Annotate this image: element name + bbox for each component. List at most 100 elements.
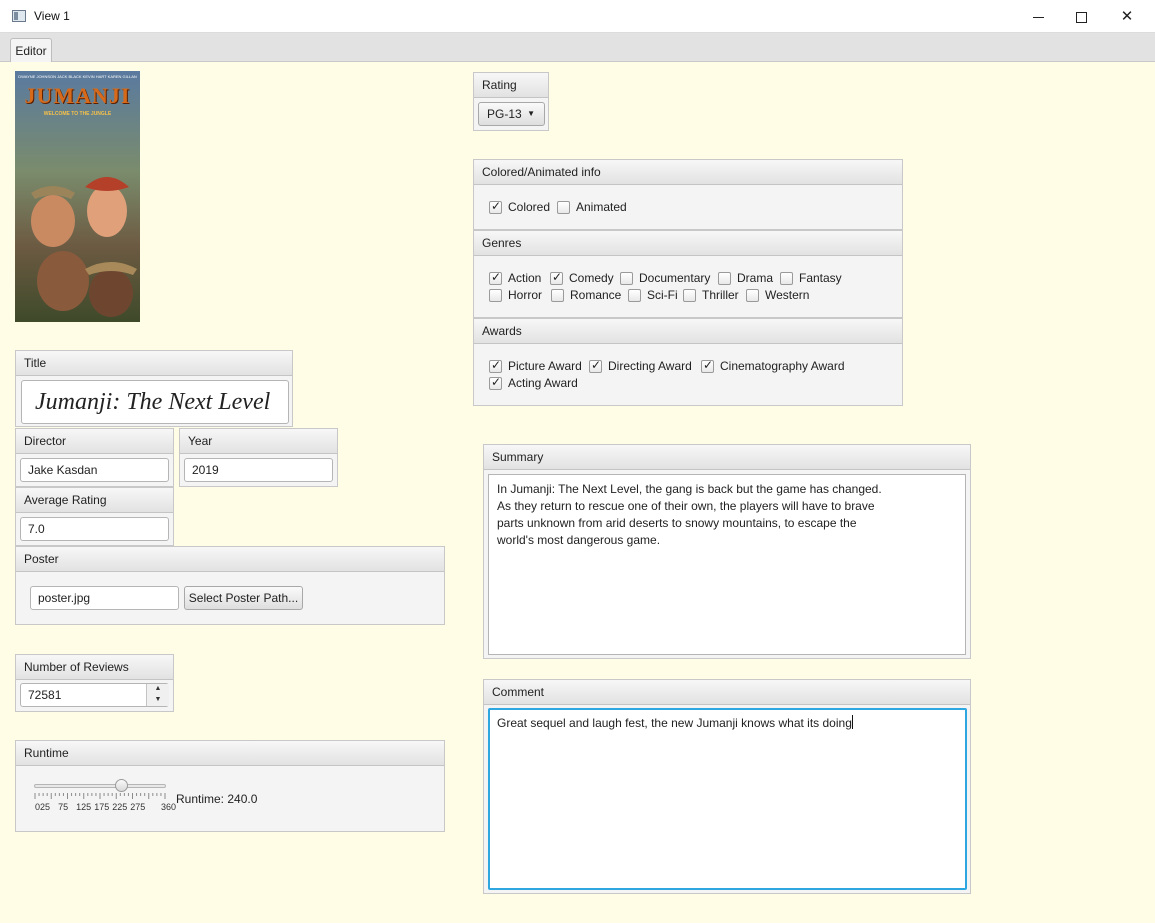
- cinematography-award-box[interactable]: [701, 358, 714, 373]
- genre-comedy-box[interactable]: [550, 270, 563, 285]
- window-title: View 1: [34, 9, 70, 23]
- genre-fantasy-label: Fantasy: [799, 271, 842, 285]
- title-pane: Title Jumanji: The Next Level: [15, 350, 293, 427]
- year-field[interactable]: 2019: [184, 458, 333, 482]
- maximize-button[interactable]: [1058, 0, 1104, 33]
- title-field[interactable]: Jumanji: The Next Level: [21, 380, 289, 424]
- color-info-pane-header[interactable]: Colored/Animated info: [474, 160, 902, 185]
- slider-tick-label: 175: [94, 802, 110, 812]
- close-icon: ✕: [1120, 8, 1134, 25]
- year-pane: Year 2019: [179, 428, 338, 487]
- poster-pane-header[interactable]: Poster: [16, 547, 444, 572]
- average-rating-pane-header[interactable]: Average Rating: [16, 488, 173, 513]
- runtime-pane: Runtime 0 25 75 125 175 225 275 360 Runtime: 24…: [15, 740, 445, 832]
- genre-romance-label: Romance: [570, 288, 622, 302]
- rating-pane-header[interactable]: Rating: [474, 73, 548, 98]
- genre-drama-checkbox[interactable]: Drama: [718, 271, 773, 285]
- runtime-slider-track[interactable]: [34, 784, 166, 788]
- genre-horror-checkbox[interactable]: Horror: [489, 288, 542, 302]
- colored-checkbox[interactable]: Colored: [489, 199, 551, 214]
- rating-dropdown[interactable]: PG-13 ▼: [478, 102, 545, 126]
- comment-pane-header[interactable]: Comment: [484, 680, 970, 705]
- average-rating-field[interactable]: 7.0: [20, 517, 169, 541]
- awards-pane-header[interactable]: Awards: [474, 319, 902, 344]
- genre-western-checkbox[interactable]: Western: [746, 288, 809, 302]
- cinematography-award-label: Cinematography Award: [720, 359, 845, 373]
- rating-pane: Rating PG-13 ▼: [473, 72, 549, 131]
- poster-path-field[interactable]: poster.jpg: [30, 586, 179, 610]
- runtime-pane-header[interactable]: Runtime: [16, 741, 444, 766]
- cinematography-award-checkbox[interactable]: Cinematography Award: [701, 358, 845, 373]
- summary-pane-header[interactable]: Summary: [484, 445, 970, 470]
- genre-fantasy-box[interactable]: [780, 271, 793, 285]
- dropdown-arrow-icon: ▼: [527, 109, 535, 118]
- runtime-slider-thumb[interactable]: [115, 779, 129, 792]
- acting-award-box[interactable]: [489, 375, 502, 390]
- select-poster-path-button[interactable]: Select Poster Path...: [184, 586, 303, 610]
- directing-award-box[interactable]: [589, 358, 602, 373]
- tab-editor[interactable]: Editor: [10, 38, 52, 62]
- animated-checkbox[interactable]: Animated: [557, 200, 627, 214]
- reviews-pane-header[interactable]: Number of Reviews: [16, 655, 173, 680]
- director-field[interactable]: Jake Kasdan: [20, 458, 169, 482]
- acting-award-checkbox[interactable]: Acting Award: [489, 375, 578, 390]
- genre-thriller-box[interactable]: [683, 288, 696, 302]
- picture-award-checkbox[interactable]: Picture Award: [489, 358, 582, 373]
- close-button[interactable]: ✕: [1104, 0, 1150, 33]
- chevron-down-icon: ▼: [154, 696, 162, 703]
- directing-award-checkbox[interactable]: Directing Award: [589, 358, 692, 373]
- genre-horror-box[interactable]: [489, 288, 502, 302]
- poster-image: DWAYNE JOHNSON JACK BLACK KEVIN HART KAR…: [15, 71, 140, 322]
- genres-pane-header[interactable]: Genres: [474, 231, 902, 256]
- runtime-slider[interactable]: 0 25 75 125 175 225 275 360: [34, 779, 176, 817]
- colored-checkbox-box[interactable]: [489, 199, 502, 214]
- picture-award-box[interactable]: [489, 358, 502, 373]
- comment-text: Great sequel and laugh fest, the new Jum…: [497, 716, 852, 730]
- genre-thriller-label: Thriller: [702, 288, 739, 302]
- genre-documentary-box[interactable]: [620, 271, 633, 285]
- comment-textarea[interactable]: Great sequel and laugh fest, the new Jum…: [488, 708, 967, 890]
- genre-romance-box[interactable]: [551, 288, 564, 302]
- summary-pane: Summary In Jumanji: The Next Level, the …: [483, 444, 971, 659]
- picture-award-label: Picture Award: [508, 359, 582, 373]
- genre-scifi-checkbox[interactable]: Sci-Fi: [628, 288, 678, 302]
- genre-action-box[interactable]: [489, 270, 502, 285]
- comment-pane: Comment Great sequel and laugh fest, the…: [483, 679, 971, 894]
- genre-action-label: Action: [508, 271, 542, 285]
- runtime-slider-tick-labels: 0 25 75 125 175 225 275 360: [34, 802, 184, 814]
- runtime-readout: Runtime: 240.0: [176, 792, 258, 806]
- slider-tick-label: 275: [130, 802, 146, 812]
- awards-pane: Awards Picture Award Directing Award Cin…: [473, 318, 903, 406]
- genre-fantasy-checkbox[interactable]: Fantasy: [780, 271, 842, 285]
- genre-drama-box[interactable]: [718, 271, 731, 285]
- genre-comedy-checkbox[interactable]: Comedy: [550, 270, 614, 285]
- genre-scifi-label: Sci-Fi: [647, 288, 678, 302]
- genre-romance-checkbox[interactable]: Romance: [551, 288, 621, 302]
- genre-thriller-checkbox[interactable]: Thriller: [683, 288, 739, 302]
- tab-bar: [0, 33, 1155, 62]
- text-cursor: [851, 715, 853, 729]
- average-rating-pane: Average Rating 7.0: [15, 487, 174, 546]
- runtime-slider-ticks: [34, 793, 166, 799]
- window-titlebar[interactable]: [0, 0, 1155, 33]
- genre-action-checkbox[interactable]: Action: [489, 270, 542, 285]
- minimize-button[interactable]: [1015, 0, 1061, 33]
- genre-horror-label: Horror: [508, 288, 543, 302]
- slider-tick-label: 125: [76, 802, 92, 812]
- genre-scifi-box[interactable]: [628, 288, 641, 302]
- genre-documentary-checkbox[interactable]: Documentary: [620, 271, 710, 285]
- animated-checkbox-box[interactable]: [557, 200, 570, 214]
- genre-western-box[interactable]: [746, 288, 759, 302]
- reviews-pane: Number of Reviews 72581 ▲ ▼: [15, 654, 174, 712]
- summary-textarea[interactable]: In Jumanji: The Next Level, the gang is …: [488, 474, 966, 655]
- directing-award-label: Directing Award: [608, 359, 692, 373]
- title-pane-header[interactable]: Title: [16, 351, 292, 376]
- director-pane-header[interactable]: Director: [16, 429, 173, 454]
- reviews-decrement-button[interactable]: ▼: [146, 695, 169, 706]
- genre-comedy-label: Comedy: [569, 271, 614, 285]
- color-info-pane: Colored/Animated info Colored Animated: [473, 159, 903, 230]
- year-pane-header[interactable]: Year: [180, 429, 337, 454]
- genres-pane: Genres Action Comedy Documentary Drama F…: [473, 230, 903, 318]
- chevron-up-icon: ▲: [154, 685, 162, 692]
- colored-checkbox-label: Colored: [508, 200, 551, 214]
